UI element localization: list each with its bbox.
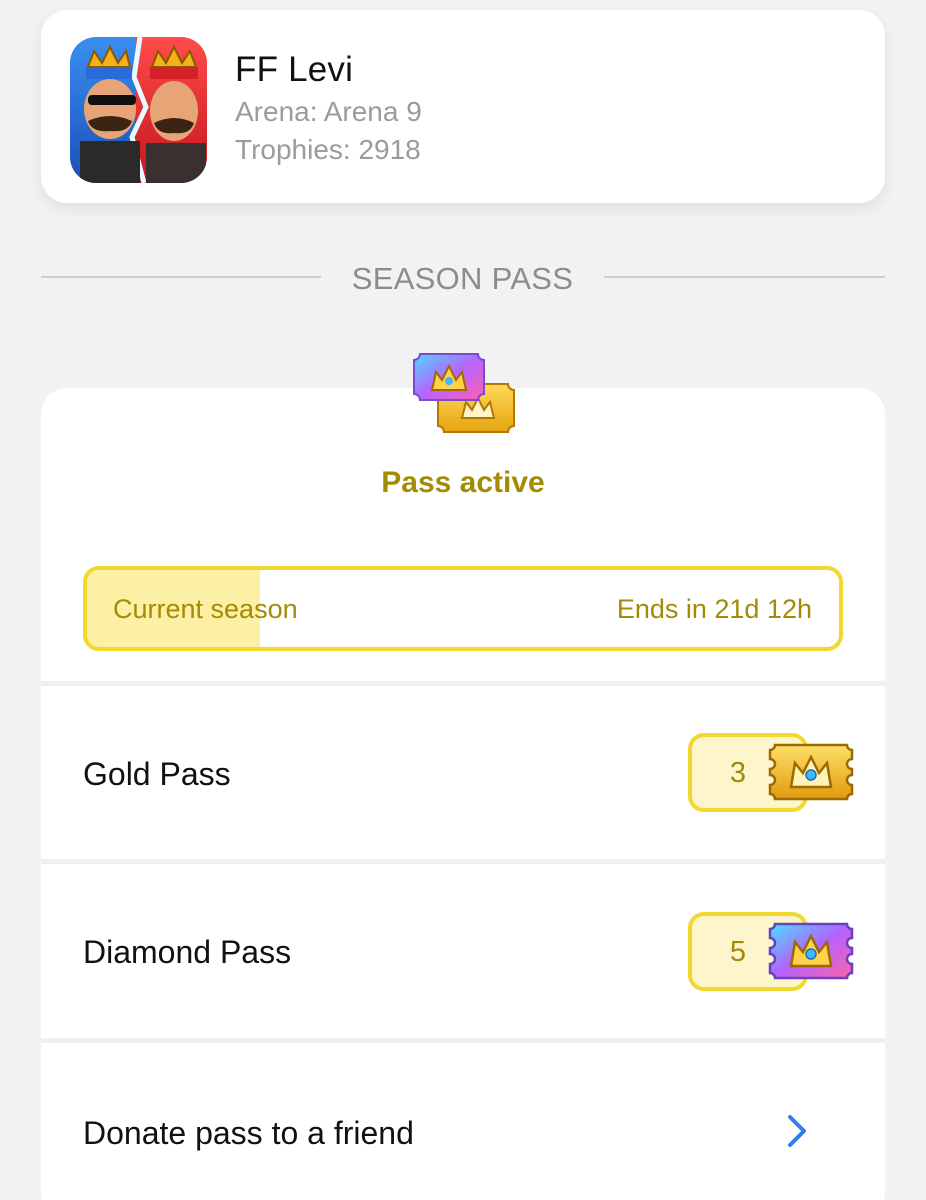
season-ends: Ends in 21d 12h	[616, 594, 812, 624]
section-title: SEASON PASS	[351, 261, 574, 296]
screen: FF Levi Arena: Arena 9 Trophies: 2918 SE…	[0, 0, 926, 1200]
divider-line-left	[41, 276, 321, 278]
gold-pass-row[interactable]: Gold Pass 3	[41, 686, 885, 859]
season-pass-tickets-icon	[412, 350, 516, 438]
diamond-ticket-icon	[767, 920, 855, 982]
donate-pass-row[interactable]: Donate pass to a friend	[41, 1043, 885, 1200]
gold-pass-label: Gold Pass	[83, 756, 231, 792]
player-arena: Arena: Arena 9	[235, 96, 422, 127]
pass-status: Pass active	[381, 466, 545, 499]
chevron-right-icon	[785, 1113, 809, 1149]
divider-line-right	[604, 276, 885, 278]
diamond-pass-row[interactable]: Diamond Pass 5	[41, 864, 885, 1038]
season-progress-bar: Current season Ends in 21d 12h	[83, 566, 843, 651]
player-trophies: Trophies: 2918	[235, 134, 421, 165]
gold-ticket-icon	[767, 741, 855, 803]
profile-card: FF Levi Arena: Arena 9 Trophies: 2918	[41, 10, 885, 203]
king-avatar-icon	[70, 37, 207, 183]
diamond-pass-label: Diamond Pass	[83, 934, 292, 970]
donate-pass-label: Donate pass to a friend	[83, 1115, 414, 1151]
player-name: FF Levi	[235, 50, 354, 89]
season-label: Current season	[113, 594, 298, 624]
